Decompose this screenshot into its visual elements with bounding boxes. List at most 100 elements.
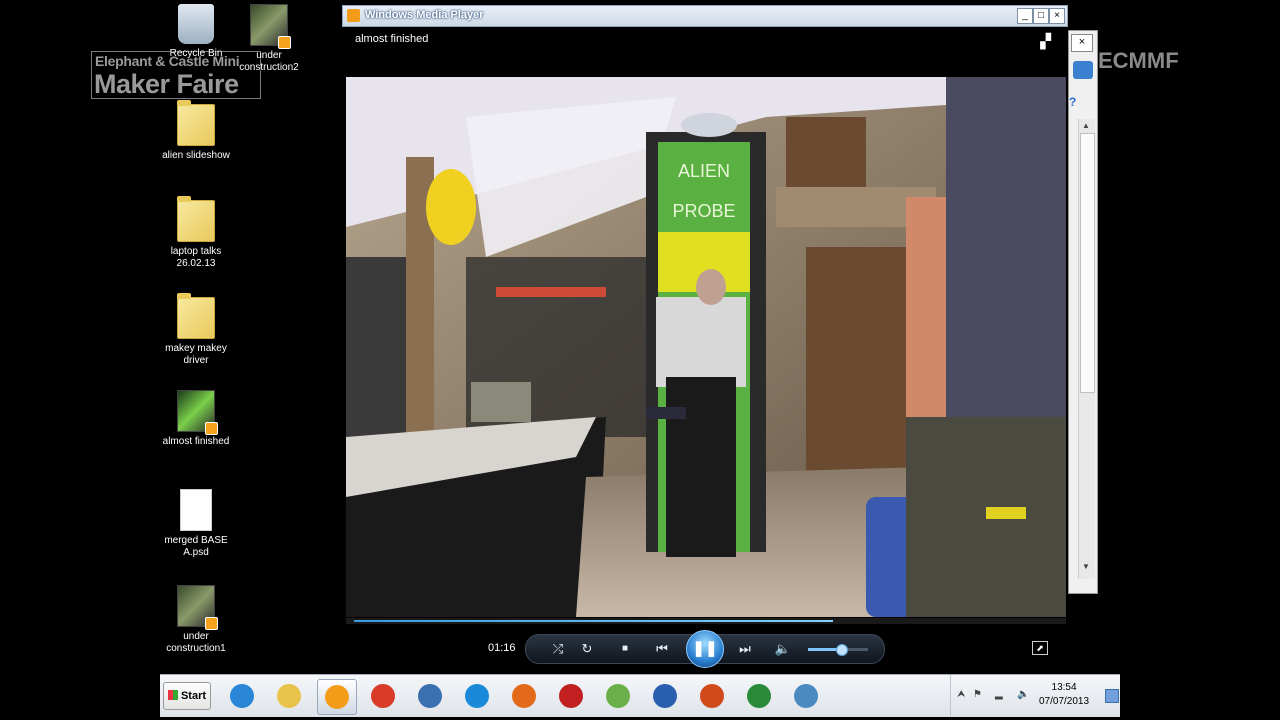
desktop-icon-label: under construction2	[239, 50, 299, 73]
thunderbird-icon	[418, 684, 442, 708]
taskbar-photo-viewer[interactable]	[787, 679, 825, 713]
seek-bar[interactable]	[346, 618, 1066, 624]
video-frame[interactable]: ALIEN PROBE	[346, 77, 1066, 617]
shuffle-button[interactable]: ⤮	[548, 641, 568, 657]
desktop-icon-under-construction2[interactable]: under construction2	[229, 4, 309, 74]
elapsed-time: 01:16	[488, 642, 516, 654]
file-explorer-icon	[277, 684, 301, 708]
window-titlebar[interactable]: Windows Media Player _ □ ×	[342, 5, 1068, 27]
desktop-icon-label: merged BASE A.psd	[164, 535, 228, 558]
scroll-down-icon[interactable]: ▼	[1082, 562, 1090, 571]
network-signal-icon[interactable]: ▂	[995, 689, 1007, 701]
firefox-icon	[512, 684, 536, 708]
scrollbar[interactable]: ▲ ▼	[1078, 119, 1095, 579]
watermark-tag: ECMMF	[1098, 48, 1179, 73]
taskbar-picasa[interactable]	[599, 679, 637, 713]
seek-progress	[354, 620, 833, 622]
sign-line-1: ALIEN	[678, 161, 730, 181]
close-button[interactable]: ×	[1049, 8, 1065, 24]
taskbar-chrome[interactable]	[364, 679, 402, 713]
windows-media-player-icon	[325, 685, 349, 709]
taskbar: Start ⮝ ⚑ ▂ 🔈 13:54 07/07/2013	[160, 674, 1120, 717]
taskbar-teamviewer[interactable]	[458, 679, 496, 713]
clock[interactable]: 13:54 07/07/2013	[1039, 681, 1089, 709]
pause-button[interactable]: ❚❚	[686, 630, 724, 668]
previous-button[interactable]: ⏮	[652, 641, 672, 657]
folder-icon	[177, 293, 215, 339]
workshop-video-image: ALIEN PROBE	[346, 77, 1066, 617]
speaker-icon[interactable]: 🔈	[1017, 689, 1029, 701]
watermark-line2: Maker Faire	[94, 69, 239, 99]
system-tray: ⮝ ⚑ ▂ 🔈 13:54 07/07/2013	[950, 675, 1121, 717]
taskbar-app-red[interactable]	[552, 679, 590, 713]
powerpoint-icon	[700, 684, 724, 708]
clock-time: 13:54	[1051, 682, 1077, 693]
document-icon	[180, 489, 212, 531]
desktop-icon-under-construction1[interactable]: under construction1	[156, 585, 236, 655]
desktop-icon-label: almost finished	[162, 436, 230, 447]
desktop-icon-laptop-talks[interactable]: laptop talks 26.02.13	[156, 196, 236, 270]
background-explorer-window[interactable]: × ? ▲ ▼	[1068, 30, 1098, 594]
stop-button[interactable]: ■	[615, 641, 635, 657]
desktop-icon-label: under construction1	[166, 631, 226, 654]
show-desktop-button[interactable]	[1105, 689, 1119, 703]
taskbar-windows-media-player[interactable]	[317, 679, 357, 715]
playback-controls: ⤮ ↻ ■ ⏮ ❚❚ ⏭ 🔈	[525, 630, 885, 668]
picasa-icon	[606, 684, 630, 708]
now-playing-bar: almost finished ▞	[343, 27, 1065, 77]
video-file-icon	[250, 4, 291, 49]
volume-slider[interactable]	[808, 644, 868, 656]
taskbar-thunderbird[interactable]	[411, 679, 449, 713]
taskbar-word[interactable]	[646, 679, 684, 713]
mute-button[interactable]: 🔈	[773, 641, 793, 657]
desktop-icon-label: Recycle Bin	[169, 48, 223, 59]
scroll-up-icon[interactable]: ▲	[1082, 121, 1090, 130]
maximize-button[interactable]: □	[1033, 8, 1049, 24]
desktop-icon-almost-finished[interactable]: almost finished	[156, 390, 236, 448]
video-file-icon	[177, 390, 218, 435]
full-screen-button[interactable]: ⬈	[1032, 641, 1048, 655]
desktop-icon-label: makey makey driver	[165, 343, 227, 366]
media-player-logo-icon	[347, 9, 360, 22]
show-hidden-icons-icon[interactable]: ⮝	[957, 689, 969, 701]
scrollbar-thumb[interactable]	[1080, 133, 1095, 393]
teamviewer-icon	[465, 684, 489, 708]
volume-knob[interactable]	[836, 644, 848, 656]
help-icon[interactable]	[1073, 61, 1093, 79]
excel-icon	[747, 684, 771, 708]
photo-viewer-icon	[794, 684, 818, 708]
taskbar-powerpoint[interactable]	[693, 679, 731, 713]
minimize-button[interactable]: _	[1017, 8, 1033, 24]
question-icon: ?	[1069, 95, 1077, 109]
action-center-icon[interactable]: ⚑	[973, 689, 985, 701]
recycle-bin-icon	[178, 4, 214, 44]
windows-flag-icon	[167, 690, 178, 700]
close-icon[interactable]: ×	[1071, 34, 1093, 52]
switch-to-library-icon[interactable]: ▞	[1040, 33, 1051, 50]
window-title: Windows Media Player	[365, 9, 484, 21]
desktop-icon-merged-base[interactable]: merged BASE A.psd	[156, 489, 236, 559]
chrome-icon	[371, 684, 395, 708]
taskbar-excel[interactable]	[740, 679, 778, 713]
video-file-icon	[177, 585, 218, 630]
start-label: Start	[180, 690, 207, 702]
desktop-icon-recycle-bin[interactable]: Recycle Bin	[156, 4, 236, 60]
repeat-button[interactable]: ↻	[577, 641, 597, 657]
clock-date: 07/07/2013	[1039, 696, 1090, 707]
taskbar-file-explorer[interactable]	[270, 679, 308, 713]
taskbar-firefox[interactable]	[505, 679, 543, 713]
internet-explorer-icon	[230, 684, 254, 708]
word-icon	[653, 684, 677, 708]
app-icon-red	[559, 684, 583, 708]
desktop-icon-alien-slideshow[interactable]: alien slideshow	[156, 100, 236, 162]
desktop-icon-label: laptop talks 26.02.13	[170, 246, 222, 269]
next-button[interactable]: ⏭	[735, 641, 755, 657]
start-button[interactable]: Start	[163, 682, 211, 710]
desktop-icon-makey-makey-driver[interactable]: makey makey driver	[156, 293, 236, 367]
folder-icon	[177, 100, 215, 146]
now-playing-title: almost finished	[355, 33, 429, 45]
desktop-icon-label: alien slideshow	[162, 150, 230, 161]
taskbar-internet-explorer[interactable]	[223, 679, 261, 713]
sign-line-2: PROBE	[672, 201, 735, 221]
folder-icon	[177, 196, 215, 242]
